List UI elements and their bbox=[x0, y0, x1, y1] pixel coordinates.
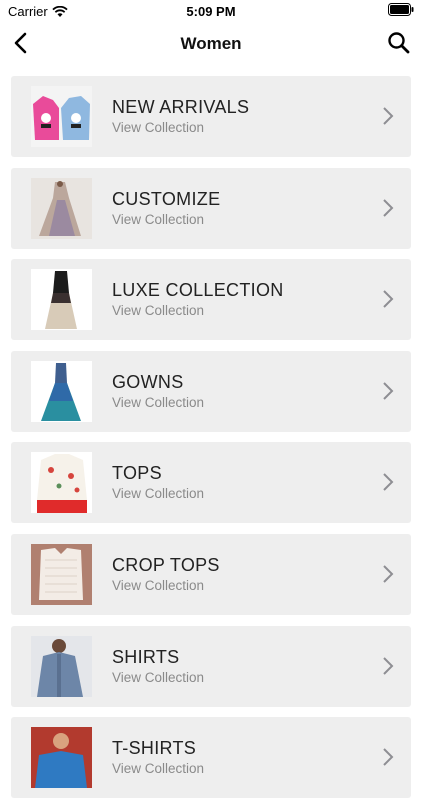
collection-subtitle: View Collection bbox=[112, 486, 205, 502]
collection-item-t-shirts[interactable]: T-SHIRTS View Collection bbox=[11, 717, 411, 799]
collection-item-crop-tops[interactable]: CROP TOPS View Collection bbox=[11, 533, 411, 615]
collection-thumbnail bbox=[31, 86, 92, 147]
chevron-right-icon bbox=[383, 748, 394, 766]
collection-item-shirts[interactable]: SHIRTS View Collection bbox=[11, 625, 411, 707]
collection-thumbnail bbox=[31, 727, 92, 789]
chevron-right-icon bbox=[383, 382, 394, 400]
navigation-bar: Women bbox=[0, 22, 422, 66]
collection-item-luxe-collection[interactable]: LUXE COLLECTION View Collection bbox=[11, 259, 411, 341]
chevron-right-icon bbox=[383, 473, 394, 492]
collection-subtitle: View Collection bbox=[112, 120, 205, 135]
status-time: 5:09 PM bbox=[186, 4, 236, 19]
chevron-right-icon bbox=[383, 656, 394, 675]
collection-title: TOPS bbox=[112, 463, 162, 484]
collection-list: NEW ARRIVALS View Collection CUSTOMIZE V… bbox=[11, 76, 411, 809]
collection-thumbnail bbox=[31, 269, 92, 331]
collection-title: SHIRTS bbox=[112, 646, 180, 667]
collection-title: T-SHIRTS bbox=[112, 738, 197, 759]
chevron-right-icon bbox=[383, 198, 394, 217]
collection-subtitle: View Collection bbox=[112, 211, 205, 227]
search-button[interactable] bbox=[386, 30, 412, 56]
chevron-right-icon bbox=[383, 565, 394, 583]
collection-title: CROP TOPS bbox=[112, 554, 220, 575]
collection-subtitle: View Collection bbox=[112, 394, 205, 410]
collection-thumbnail bbox=[31, 543, 92, 605]
collection-item-new-arrivals[interactable]: NEW ARRIVALS View Collection bbox=[11, 76, 411, 157]
collection-thumbnail bbox=[31, 177, 92, 239]
chevron-right-icon bbox=[383, 290, 394, 308]
collection-subtitle: View Collection bbox=[112, 303, 205, 319]
collection-thumbnail bbox=[31, 360, 92, 422]
chevron-right-icon bbox=[383, 107, 394, 125]
collection-item-customize[interactable]: CUSTOMIZE View Collection bbox=[11, 167, 411, 249]
battery-icon bbox=[388, 3, 414, 19]
status-bar: Carrier 5:09 PM bbox=[0, 0, 422, 22]
collection-item-gowns[interactable]: GOWNS View Collection bbox=[11, 350, 411, 432]
collection-subtitle: View Collection bbox=[112, 669, 205, 685]
page-title: Women bbox=[180, 34, 242, 53]
collection-subtitle: View Collection bbox=[112, 761, 205, 777]
collection-subtitle: View Collection bbox=[112, 577, 205, 593]
collection-title: GOWNS bbox=[112, 371, 184, 392]
collection-title: CUSTOMIZE bbox=[112, 188, 221, 209]
search-icon bbox=[388, 32, 410, 54]
collection-thumbnail bbox=[31, 635, 92, 697]
collection-thumbnail bbox=[31, 452, 92, 514]
collection-title: LUXE COLLECTION bbox=[112, 280, 284, 301]
collection-title: NEW ARRIVALS bbox=[112, 97, 250, 117]
collection-item-tops[interactable]: TOPS View Collection bbox=[11, 442, 411, 524]
